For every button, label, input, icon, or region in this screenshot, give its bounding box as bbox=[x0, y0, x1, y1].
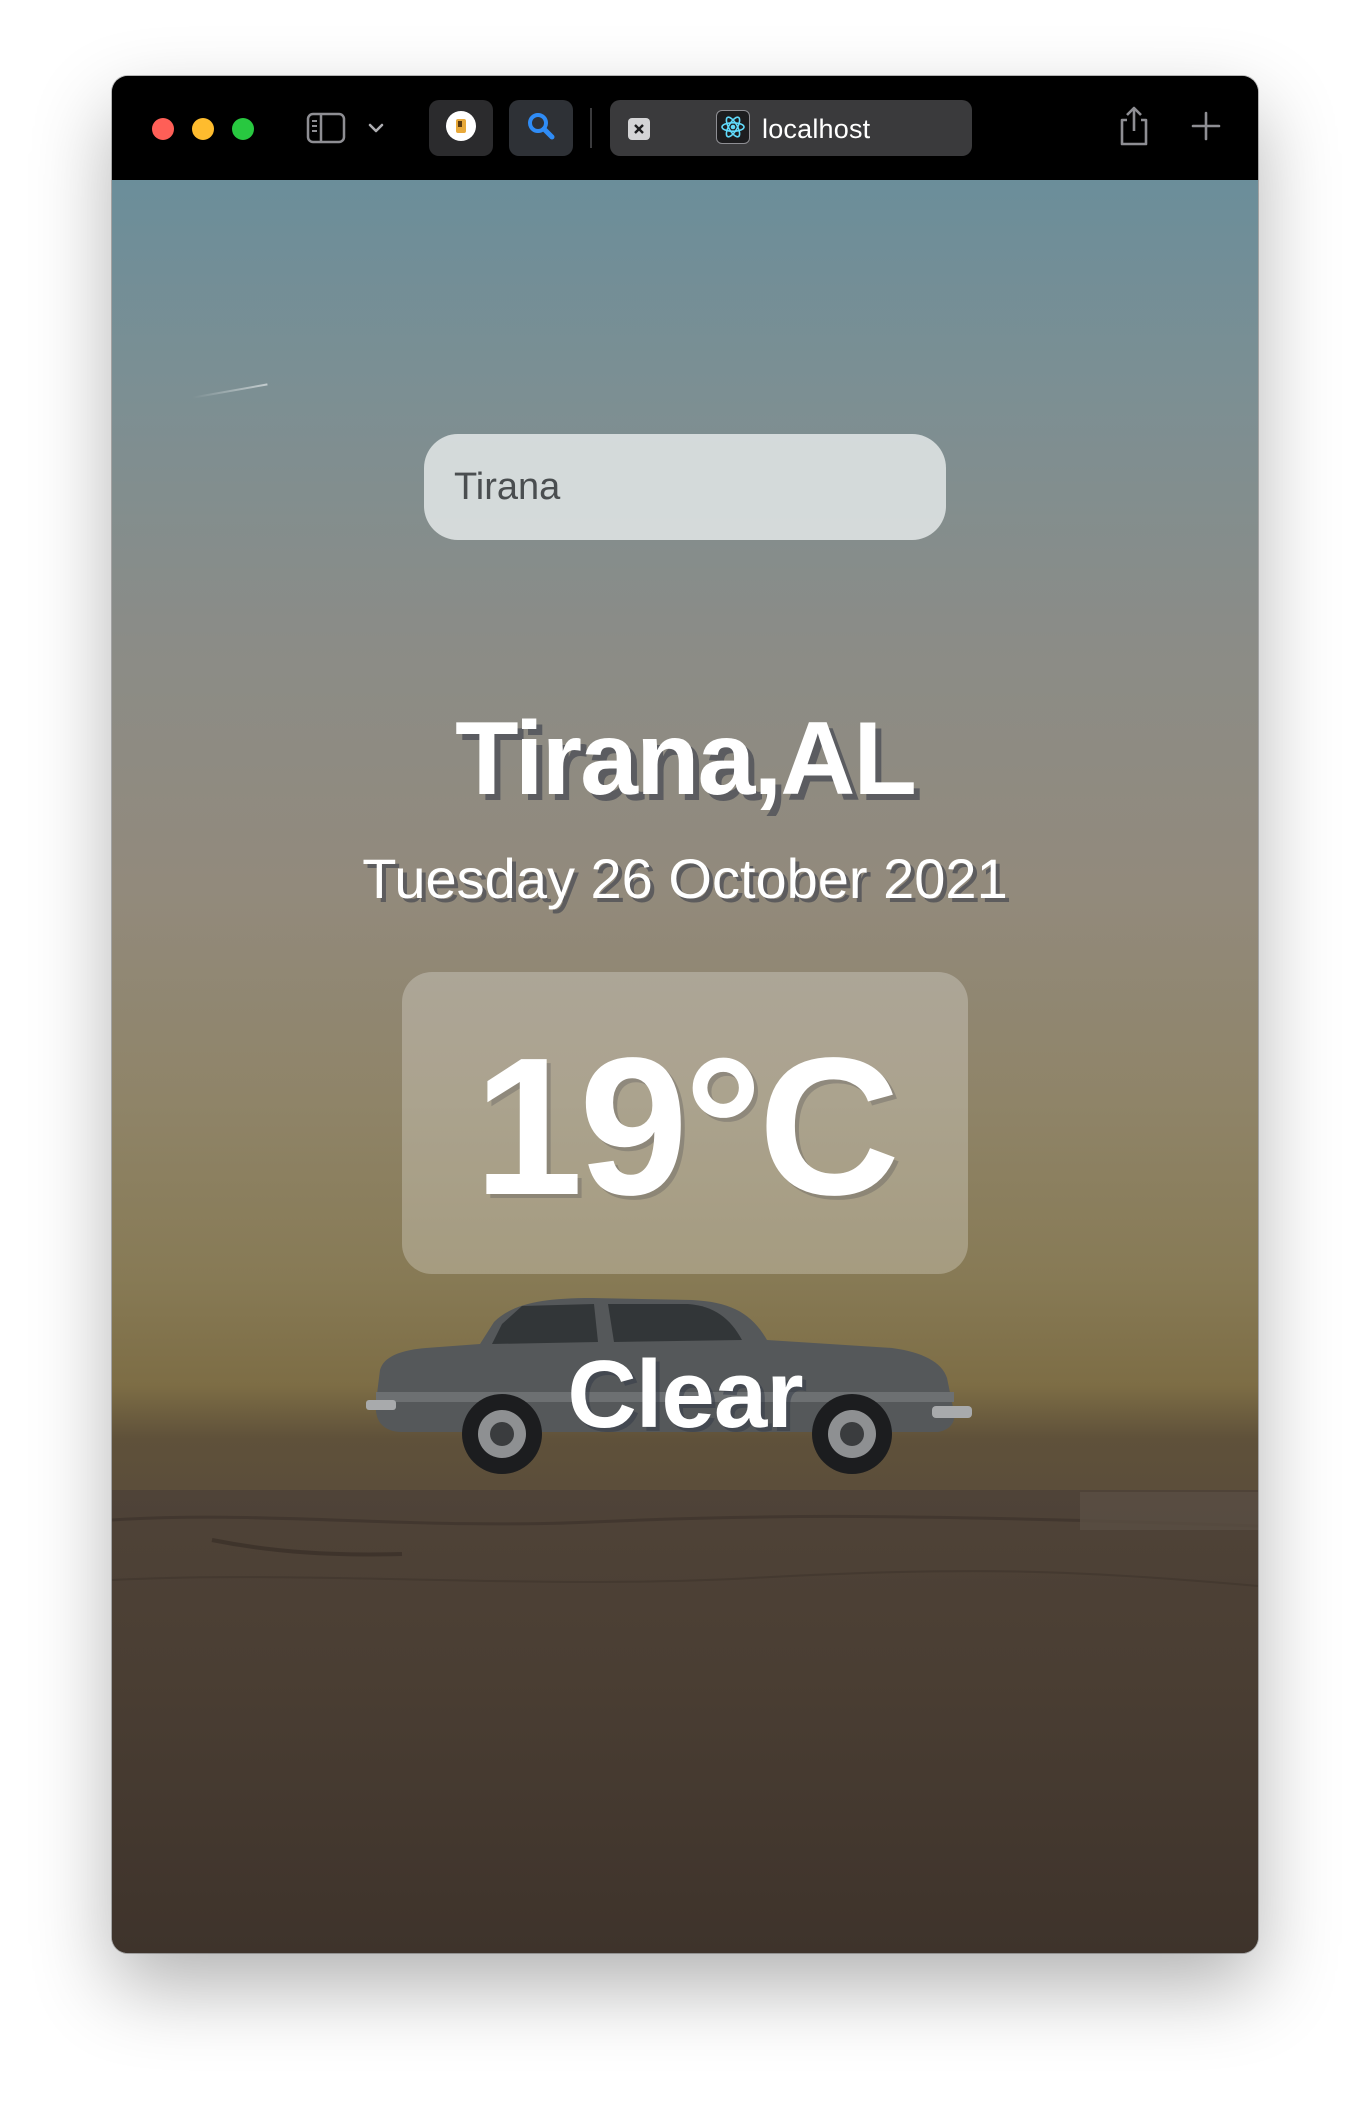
location-title: Tirana,AL bbox=[455, 701, 917, 817]
background-contrail bbox=[192, 383, 268, 399]
browser-tab[interactable]: localhost bbox=[610, 100, 972, 156]
toolbar-divider bbox=[590, 108, 592, 148]
search-icon bbox=[525, 110, 557, 147]
browser-window: localhost Tirana Tirana,AL Tuesday 26 Oc… bbox=[112, 76, 1258, 1953]
tab-title: localhost bbox=[762, 114, 871, 144]
plus-icon[interactable] bbox=[1186, 106, 1226, 146]
close-window-button[interactable] bbox=[152, 118, 174, 140]
close-icon[interactable] bbox=[628, 118, 650, 140]
browser-toolbar: localhost bbox=[112, 76, 1258, 180]
react-logo-icon bbox=[716, 110, 750, 144]
sidebar-icon[interactable] bbox=[306, 110, 346, 146]
temperature-value: 19°C bbox=[474, 1017, 900, 1236]
temperature-card: 19°C bbox=[402, 972, 968, 1274]
extension-button[interactable] bbox=[429, 100, 493, 156]
search-extension-button[interactable] bbox=[509, 100, 573, 156]
zoom-window-button[interactable] bbox=[232, 118, 254, 140]
date-label: Tuesday 26 October 2021 bbox=[362, 847, 1008, 910]
search-input[interactable] bbox=[424, 434, 946, 540]
weather-app: Tirana,AL Tuesday 26 October 2021 19°C C… bbox=[112, 180, 1258, 1953]
background-ground bbox=[112, 1490, 1258, 1953]
extension-icon bbox=[445, 110, 477, 147]
chevron-down-icon[interactable] bbox=[364, 116, 388, 140]
weather-condition: Clear bbox=[567, 1341, 803, 1448]
minimize-window-button[interactable] bbox=[192, 118, 214, 140]
share-icon[interactable] bbox=[1114, 102, 1154, 150]
